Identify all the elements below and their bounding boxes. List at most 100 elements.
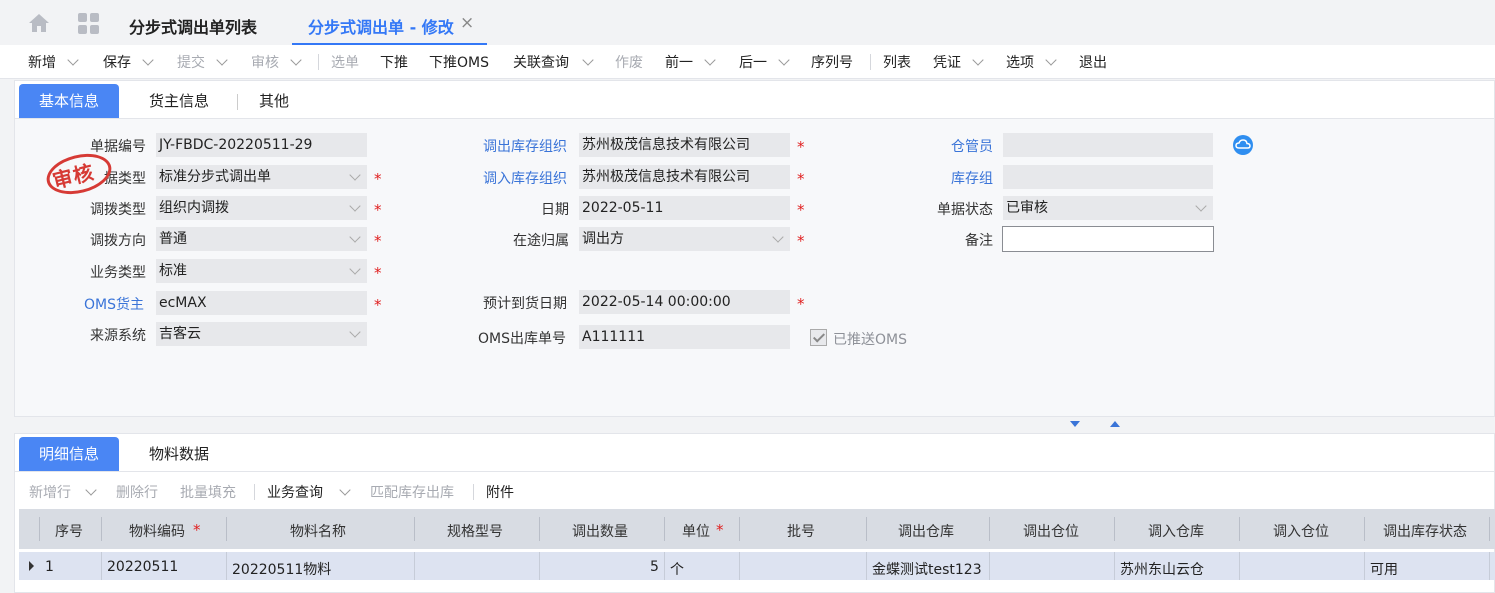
cell-material-name[interactable]: 20220511物料 [232,559,331,579]
status-select[interactable]: 已审核 [1003,196,1213,220]
add-row-button[interactable]: 新增行 [29,482,71,502]
source-system-select[interactable]: 吉客云 [156,322,367,346]
match-stock-out-button[interactable]: 匹配库存出库 [370,482,454,502]
column-header-material-code[interactable]: 物料编码 [129,521,185,541]
chevron-down-icon[interactable] [85,484,97,496]
related-query-button[interactable]: 关联查询 [513,52,569,72]
table-row[interactable]: 1 20220511 20220511物料 5 个 金蝶测试test123 苏州… [19,552,1495,580]
voucher-button[interactable]: 凭证 [933,52,961,72]
oms-owner-field[interactable]: ecMAX [156,291,367,315]
options-button[interactable]: 选项 [1006,52,1034,72]
tab-detail-info[interactable]: 明细信息 [19,437,120,471]
chevron-down-icon[interactable] [778,54,790,66]
chevron-down-icon[interactable] [1045,54,1057,66]
tab-basic-info[interactable]: 基本信息 [19,84,120,118]
in-org-label[interactable]: 调入库存组织 [483,168,567,188]
biz-type-label: 业务类型 [90,265,146,281]
submit-button[interactable]: 提交 [177,52,205,72]
chevron-down-icon[interactable] [216,54,228,66]
column-header-out-loc[interactable]: 调出仓位 [1023,521,1079,541]
column-header-in-wh[interactable]: 调入仓库 [1148,521,1204,541]
oms-owner-label[interactable]: OMS货主 [84,294,144,314]
column-header-material-name[interactable]: 物料名称 [290,521,346,541]
column-header-unit[interactable]: 单位 [682,521,710,541]
cell-divider [1489,552,1490,580]
transit-select[interactable]: 调出方 [579,227,790,251]
tab-owner-info[interactable]: 货主信息 [149,84,209,118]
push-oms-button[interactable]: 下推OMS [429,52,489,72]
chevron-down-icon[interactable] [704,54,716,66]
column-header-out-status[interactable]: 调出库存状态 [1383,521,1467,541]
chevron-down-icon[interactable] [142,54,154,66]
chevron-down-icon[interactable] [582,54,594,66]
cell-out-wh[interactable]: 金蝶测试test123 [872,559,982,579]
bill-type-select[interactable]: 标准分步式调出单 [156,165,367,189]
transfer-type-select[interactable]: 组织内调拨 [156,196,367,220]
apps-grid-icon[interactable] [78,13,100,35]
date-field[interactable]: 2022-05-11 [579,196,790,220]
column-header-lot[interactable]: 批号 [787,521,815,541]
batch-fill-button[interactable]: 批量填充 [180,482,236,502]
chevron-down-icon [349,200,361,212]
attachment-button[interactable]: 附件 [486,482,514,502]
cell-out-status[interactable]: 可用 [1370,559,1398,579]
column-header-spec[interactable]: 规格型号 [447,521,503,541]
tab-material-data[interactable]: 物料数据 [149,437,209,471]
column-header-out-wh[interactable]: 调出仓库 [898,521,954,541]
column-header-seq[interactable]: 序号 [55,521,83,541]
delete-row-button[interactable]: 删除行 [116,482,158,502]
required-mark: * [374,232,382,250]
pushed-oms-checkbox[interactable] [810,329,827,346]
chevron-down-icon[interactable] [67,54,79,66]
serial-number-button[interactable]: 序列号 [811,52,853,72]
out-org-label[interactable]: 调出库存组织 [483,136,567,156]
chevron-down-icon[interactable] [972,54,984,66]
bill-no-field[interactable]: JY-FBDC-20220511-29 [156,133,367,157]
cell-in-wh[interactable]: 苏州东山云仓 [1120,559,1204,579]
collapse-up-icon[interactable] [1110,421,1120,427]
cell-qty[interactable]: 5 [650,559,659,575]
in-org-field[interactable]: 苏州极茂信息技术有限公司 [579,165,790,189]
tab-bill-list[interactable]: 分步式调出单列表 [129,14,257,38]
previous-button[interactable]: 前一 [665,52,693,72]
audit-button[interactable]: 审核 [251,52,279,72]
keeper-field[interactable] [1003,133,1213,157]
direction-select[interactable]: 普通 [156,227,367,251]
stock-group-field[interactable] [1003,165,1213,189]
chevron-down-icon[interactable] [290,54,302,66]
required-mark: * [374,264,382,282]
column-header-in-loc[interactable]: 调入仓位 [1273,521,1329,541]
remark-input[interactable] [1002,226,1214,252]
stock-group-label[interactable]: 库存组 [951,168,993,188]
void-button[interactable]: 作废 [615,52,643,72]
column-header-qty[interactable]: 调出数量 [572,521,628,541]
cell-unit[interactable]: 个 [670,559,684,579]
business-query-button[interactable]: 业务查询 [267,482,323,502]
direction-label: 调拨方向 [90,233,146,249]
cell-material-code[interactable]: 20220511 [107,559,178,575]
required-mark: * [797,232,805,250]
cloud-sync-icon[interactable] [1233,135,1253,155]
biz-type-select[interactable]: 标准 [156,259,367,283]
status-label: 单据状态 [937,202,993,218]
new-button[interactable]: 新增 [28,52,56,72]
header-tabs: 基本信息 货主信息 其他 [15,81,1494,119]
select-bill-button[interactable]: 选单 [331,52,359,72]
next-button[interactable]: 后一 [739,52,767,72]
collapse-down-icon[interactable] [1070,421,1080,427]
list-button[interactable]: 列表 [883,52,911,72]
tab-bill-edit[interactable]: 分步式调出单 - 修改 × [292,0,487,45]
oms-out-no-field[interactable]: A111111 [579,325,790,349]
home-icon[interactable] [28,13,50,33]
tab-other[interactable]: 其他 [259,84,289,118]
cell-seq[interactable]: 1 [45,559,54,575]
column-divider [539,517,540,541]
chevron-down-icon[interactable] [339,484,351,496]
exit-button[interactable]: 退出 [1079,52,1107,72]
keeper-label[interactable]: 仓管员 [951,136,993,156]
push-down-button[interactable]: 下推 [380,52,408,72]
eta-field[interactable]: 2022-05-14 00:00:00 [579,290,790,314]
save-button[interactable]: 保存 [103,52,131,72]
close-icon[interactable]: × [460,13,474,33]
out-org-field[interactable]: 苏州极茂信息技术有限公司 [579,133,790,157]
